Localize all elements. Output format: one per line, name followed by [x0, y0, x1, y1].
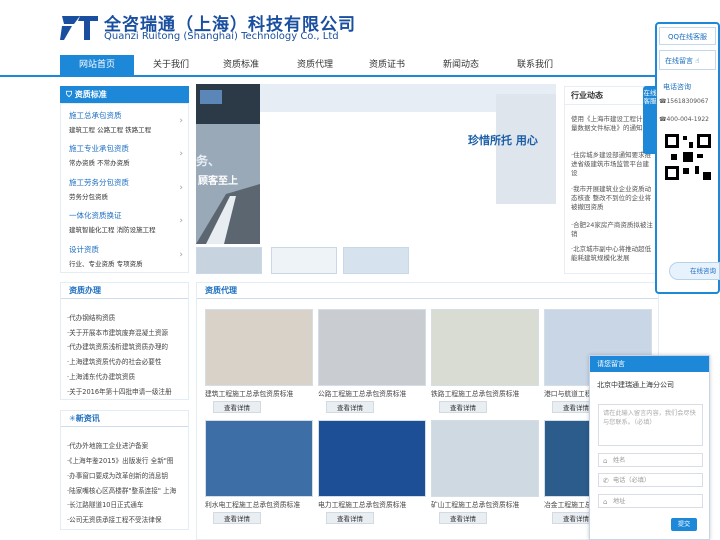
product-card[interactable]: 电力工程施工总承包资质标准 查看详情 [318, 420, 426, 524]
chevron-right-icon: › [179, 216, 183, 226]
hand-cursor-icon: ☝ [695, 57, 700, 65]
nav-standards[interactable]: 资质标准 [204, 55, 278, 75]
company-logo[interactable] [60, 12, 98, 42]
list-item[interactable]: ·上海建筑资质代办的社会必要性 [67, 356, 187, 366]
banner-thumb-1[interactable] [196, 247, 262, 274]
view-details-button[interactable]: 查看详情 [213, 401, 261, 413]
list-item[interactable]: ·长江路隧道10日正式通车 [67, 499, 187, 509]
view-details-button[interactable]: 查看详情 [439, 512, 487, 524]
online-service-tab[interactable]: 在线客服 [643, 86, 657, 154]
nav-home[interactable]: 网站首页 [60, 55, 134, 75]
address-field[interactable]: ⌂ 地址 [598, 494, 703, 508]
qual-standards-header: ⛉ 资质标准 [60, 86, 189, 103]
phone-2: ☎400-004-1922 [659, 116, 709, 123]
message-textarea[interactable]: 请在此输入留言内容，我们会尽快与您联系。（必填） [598, 404, 703, 446]
latest-news-box: ✳新资讯 ·代办外地施工企业进沪备案 ·《上海年鉴2015》出版发行 全新"图 … [60, 410, 189, 530]
industry-news-title: 行业动态 [565, 87, 655, 105]
news-item[interactable]: ·合肥24家房产商资质拟被注销 [571, 221, 653, 239]
banner-image [196, 84, 556, 244]
product-image[interactable] [431, 309, 539, 386]
phone-1: ☎15618309067 [659, 98, 709, 105]
product-image[interactable] [318, 309, 426, 386]
product-card[interactable]: 建筑工程施工总承包资质标准 查看详情 [205, 309, 313, 413]
shield-icon: ⛉ [66, 90, 75, 99]
qual-standards-list: 施工总承包资质 建筑工程 公路工程 铁路工程 › 施工专业承包资质 常办资质 不常办资… [60, 103, 189, 273]
banner-text-3: 珍惜所托 用心 [468, 134, 538, 147]
view-details-button[interactable]: 查看详情 [326, 401, 374, 413]
nav-news[interactable]: 新闻动态 [424, 55, 498, 75]
nav-certificates[interactable]: 资质证书 [350, 55, 424, 75]
list-item[interactable]: ·关于2016年第十四批申请一级注册 [67, 386, 187, 396]
banner-thumb-3[interactable] [343, 247, 409, 274]
news-item[interactable]: 使用《上海市建设工程计量量数据文件标准》的通知 [571, 115, 653, 133]
banner-text-1: 务、 [196, 154, 221, 168]
qr-code [663, 132, 713, 182]
star-icon: ✳ [69, 414, 76, 423]
submit-button[interactable]: 提交 [671, 518, 697, 531]
header: 全咨瑞通（上海）科技有限公司 Quanzi Ruitong (Shanghai)… [0, 0, 720, 55]
message-header: 请您留言 [590, 356, 709, 372]
qual-group-integration[interactable]: 一体化资质换证 建筑智能化工程 消防设施工程 › [69, 210, 187, 234]
product-card[interactable]: 铁路工程施工总承包资质标准 查看详情 [431, 309, 539, 413]
phone-field[interactable]: ✆ 电话（必填） [598, 473, 703, 487]
list-item[interactable]: ·上海浦东代办建筑资质 [67, 371, 187, 381]
qual-group-labor[interactable]: 施工劳务分包资质 劳务分包资质 › [69, 177, 187, 201]
list-item[interactable]: ·公司无资质承接工程不受法律保 [67, 514, 187, 524]
qual-group-general[interactable]: 施工总承包资质 建筑工程 公路工程 铁路工程 › [69, 110, 187, 134]
nav-agency[interactable]: 资质代理 [278, 55, 352, 75]
leave-message-button[interactable]: 在线留言 ☝ [659, 50, 716, 70]
product-card[interactable]: 公路工程施工总承包资质标准 查看详情 [318, 309, 426, 413]
company-name-en: Quanzi Ruitong (Shanghai) Technology Co.… [104, 31, 339, 42]
chevron-right-icon: › [179, 250, 183, 260]
view-details-button[interactable]: 查看详情 [213, 512, 261, 524]
product-image[interactable] [431, 420, 539, 497]
name-field[interactable]: ⌂ 姓名 [598, 453, 703, 467]
banner-text-2: 顾客至上 [198, 176, 238, 187]
list-item[interactable]: ·代办钢结构资质 [67, 312, 187, 322]
chevron-right-icon: › [179, 183, 183, 193]
phone-icon: ✆ [603, 477, 609, 485]
phone-consult-title: 电话咨询 [663, 83, 691, 91]
nav-contact[interactable]: 联系我们 [498, 55, 572, 75]
chevron-right-icon: › [179, 149, 183, 159]
list-item[interactable]: ·代办建筑资质浅析建筑资质办理的 [67, 341, 187, 351]
banner-thumbnails [196, 247, 556, 274]
latest-news-title: ✳新资讯 [61, 411, 188, 427]
main-nav: 网站首页 关于我们 资质标准 资质代理 资质证书 新闻动态 联系我们 [0, 55, 720, 77]
message-widget: 请您留言 北京中建瑞通上海分公司 请在此输入留言内容，我们会尽快与您联系。（必填… [589, 355, 710, 540]
list-item[interactable]: ·陆家嘴核心区高楼群"整系连接" 上海 [67, 485, 187, 495]
online-consult-button[interactable]: 在线咨询 [669, 262, 720, 280]
list-item[interactable]: ·代办外地施工企业进沪备案 [67, 440, 187, 450]
qual-group-design[interactable]: 设计资质 行业、专业资质 专项资质 › [69, 244, 187, 268]
home-icon: ⌂ [603, 498, 608, 506]
news-item[interactable]: ·我市开展建筑业企业资质动态核查 整改不到位的企业将被撤回资质 [571, 185, 653, 212]
qual-office-box: 资质办理 ·代办钢结构资质 ·关于开展本市建筑废弃混凝土资源 ·代办建筑资质浅析… [60, 282, 189, 400]
agency-title: 资质代理 [197, 283, 658, 299]
qual-group-special[interactable]: 施工专业承包资质 常办资质 不常办资质 › [69, 143, 187, 167]
nav-about[interactable]: 关于我们 [134, 55, 208, 75]
list-item[interactable]: ·《上海年鉴2015》出版发行 全新"图 [67, 455, 187, 465]
chevron-right-icon: › [179, 116, 183, 126]
product-image[interactable] [205, 420, 313, 497]
product-image[interactable] [205, 309, 313, 386]
message-company: 北京中建瑞通上海分公司 [597, 381, 674, 389]
list-item[interactable]: ·关于开展本市建筑废弃混凝土资源 [67, 327, 187, 337]
view-details-button[interactable]: 查看详情 [326, 512, 374, 524]
view-details-button[interactable]: 查看详情 [439, 401, 487, 413]
banner-thumb-2[interactable] [271, 247, 337, 274]
user-icon: ⌂ [603, 457, 608, 465]
news-item[interactable]: ·住房城乡建设部通知要求推进省级建筑市场监管平台建设 [571, 151, 653, 178]
product-card[interactable]: 矿山工程施工总承包资质标准 查看详情 [431, 420, 539, 524]
hero-banner[interactable]: 务、 顾客至上 珍惜所托 用心 [196, 84, 556, 244]
news-item[interactable]: ·北京城市副中心将推动超低能耗建筑规模化发展 [571, 245, 653, 263]
qq-service-button[interactable]: QQ在线客服 [659, 27, 716, 45]
service-panel: QQ在线客服 在线留言 ☝ 在线客服 电话咨询 ☎15618309067 ☎40… [643, 22, 720, 294]
product-image[interactable] [318, 420, 426, 497]
qual-office-title: 资质办理 [61, 283, 188, 299]
list-item[interactable]: ·办事窗口要成为改革创新的消息钥 [67, 470, 187, 480]
product-card[interactable]: 利水电工程施工总承包资质标准 查看详情 [205, 420, 313, 524]
